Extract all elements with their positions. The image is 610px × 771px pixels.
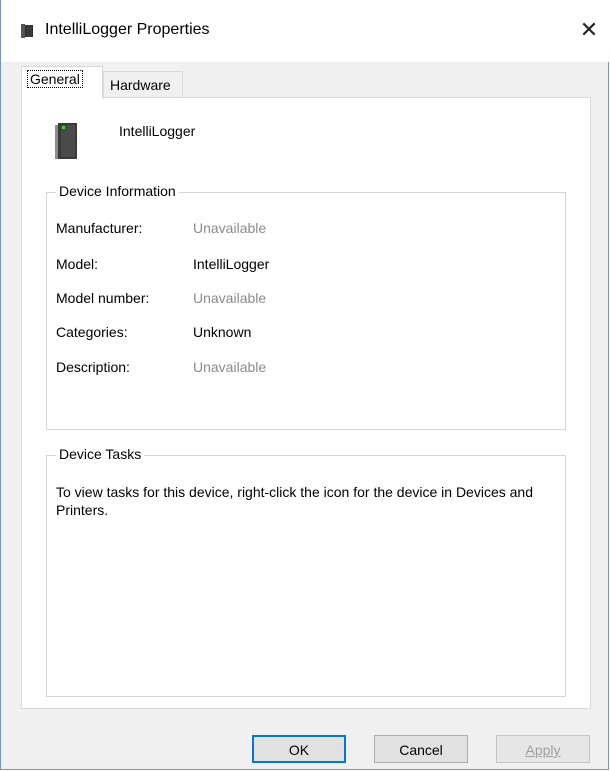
tab-general[interactable]: General: [21, 66, 103, 99]
model-label: Model:: [56, 256, 99, 272]
close-button[interactable]: ✕: [575, 16, 603, 44]
cancel-button[interactable]: Cancel: [374, 735, 468, 763]
apply-button[interactable]: Apply: [496, 735, 590, 763]
tab-hardware-label: Hardware: [110, 77, 171, 93]
model-number-value: Unavailable: [193, 290, 267, 306]
device-information-legend: Device Information: [56, 183, 179, 199]
device-name: IntelliLogger: [119, 123, 196, 139]
categories-value: Unknown: [193, 324, 252, 340]
tab-strip: General Hardware: [21, 66, 601, 99]
device-title-icon: [21, 24, 33, 38]
device-tasks-legend: Device Tasks: [56, 446, 145, 462]
device-drive-icon: [55, 123, 77, 159]
device-tasks-text: To view tasks for this device, right-cli…: [56, 484, 533, 518]
manufacturer-label: Manufacturer:: [56, 220, 143, 236]
device-information-group: Device Information Manufacturer: Unavail…: [46, 183, 566, 430]
close-icon: ✕: [579, 17, 599, 42]
categories-label: Categories:: [56, 324, 128, 340]
window-title: IntelliLogger Properties: [45, 21, 210, 38]
ok-button[interactable]: OK: [252, 735, 346, 763]
description-label: Description:: [56, 359, 130, 375]
properties-dialog: IntelliLogger Properties ✕ General Hardw…: [0, 0, 609, 770]
tab-general-label: General: [27, 70, 83, 88]
model-value: IntelliLogger: [193, 256, 270, 272]
apply-button-label: Apply: [525, 742, 561, 758]
description-value: Unavailable: [193, 359, 267, 375]
device-tasks-group: Device Tasks To view tasks for this devi…: [46, 446, 566, 697]
model-number-label: Model number:: [56, 290, 150, 306]
title-bar[interactable]: IntelliLogger Properties ✕: [1, 0, 609, 62]
manufacturer-value: Unavailable: [193, 220, 267, 236]
general-tab-panel: IntelliLogger Device Information Manufac…: [21, 97, 591, 709]
tab-hardware[interactable]: Hardware: [103, 71, 183, 99]
